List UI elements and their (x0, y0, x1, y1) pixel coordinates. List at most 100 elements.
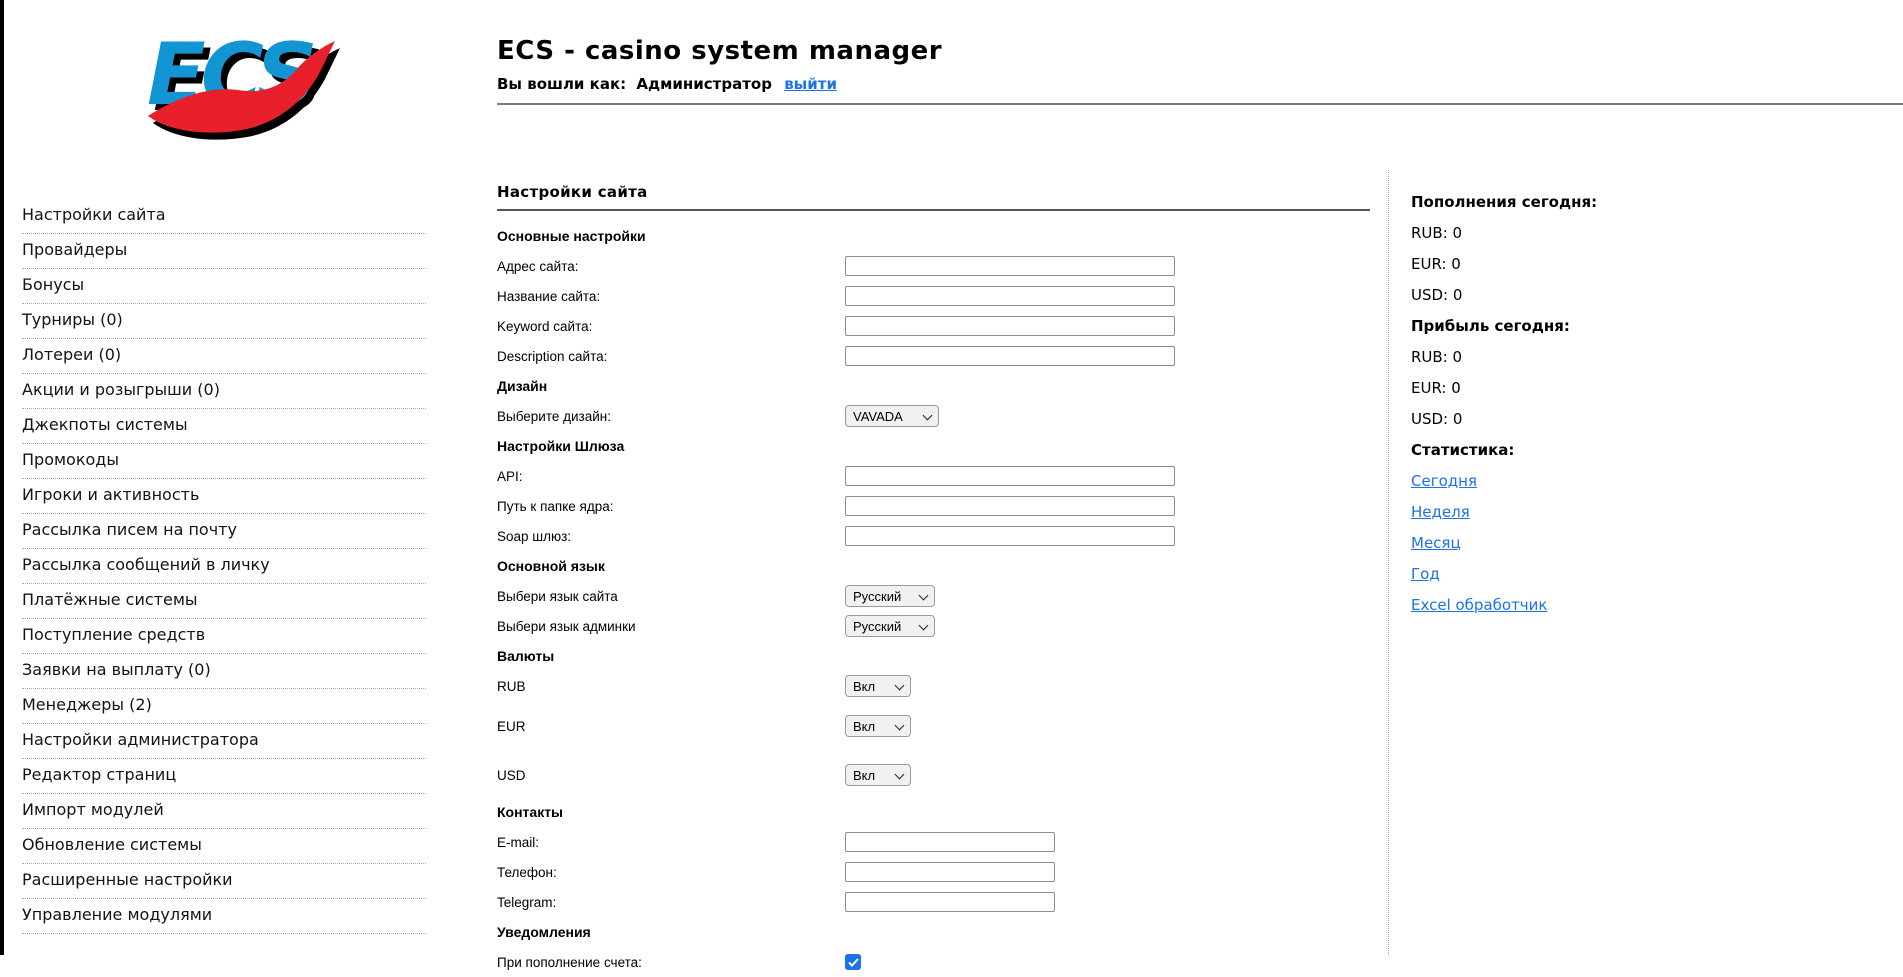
sidebar-item[interactable]: Рассылка писем на почту (22, 514, 426, 549)
header-divider (497, 103, 1903, 105)
currency-eur-select[interactable]: Вкл (845, 715, 911, 737)
sidebar-item[interactable]: Акции и розыгрыши (0) (22, 374, 426, 409)
site-name-input[interactable] (845, 286, 1175, 306)
sidebar-item[interactable]: Игроки и активность (22, 479, 426, 514)
field-label: EUR (497, 718, 526, 734)
ecs-logo: ECS ECS (136, 16, 341, 144)
currency-eur-select-wrap: Вкл (845, 715, 911, 737)
form-section-heading: Основной язык (497, 558, 605, 574)
form-row: Адрес сайта: (497, 251, 1370, 281)
stats-link-row: Месяц (1411, 527, 1851, 558)
design-select[interactable]: VAVADA (845, 405, 939, 427)
form-section-heading: Валюты (497, 648, 555, 664)
field-label: Выбери язык сайта (497, 588, 618, 604)
stats-value: USD: 0 (1411, 285, 1463, 304)
sidebar-item[interactable]: Заявки на выплату (0) (22, 654, 426, 689)
ecs-admin-page: { "header": { "logo_text": "ECS", "title… (0, 0, 1903, 970)
field-label: API: (497, 468, 523, 484)
site-language-select-wrap: Русский (845, 585, 935, 607)
sidebar-item[interactable]: Расширенные настройки (22, 864, 426, 899)
admin-language-select-wrap: Русский (845, 615, 935, 637)
stats-link-row: Excel обработчик (1411, 589, 1851, 620)
field-label: Soap шлюз: (497, 528, 572, 544)
stats-link-row: Неделя (1411, 496, 1851, 527)
field-label: Description сайта: (497, 348, 608, 364)
sidebar-item[interactable]: Джекпоты системы (22, 409, 426, 444)
phone-input[interactable] (845, 862, 1055, 882)
notify-on-deposit-checkbox[interactable] (845, 954, 861, 970)
telegram-input[interactable] (845, 892, 1055, 912)
stats-link[interactable]: Неделя (1411, 503, 1470, 521)
sidebar-item[interactable]: Промокоды (22, 444, 426, 479)
page-title: ECS - casino system manager (497, 36, 943, 66)
form-row: Keyword сайта: (497, 311, 1370, 341)
form-row: Путь к папке ядра: (497, 491, 1370, 521)
form-row: Telegram: (497, 887, 1370, 917)
form-row: EUR Вкл (497, 711, 1370, 741)
stats-value: USD: 0 (1411, 409, 1463, 428)
stats-heading: Пополнения сегодня: (1411, 192, 1598, 211)
stats-link-row: Год (1411, 558, 1851, 589)
sidebar-item[interactable]: Импорт модулей (22, 794, 426, 829)
stats-value: EUR: 0 (1411, 254, 1461, 273)
form-section-heading: Основные настройки (497, 228, 646, 244)
form-row: Название сайта: (497, 281, 1370, 311)
site-keyword-input[interactable] (845, 316, 1175, 336)
stats-link[interactable]: Excel обработчик (1411, 596, 1547, 614)
form-row: USD Вкл (497, 760, 1370, 790)
field-label: USD (497, 767, 526, 783)
currency-usd-select[interactable]: Вкл (845, 764, 911, 786)
check-icon (847, 957, 859, 967)
field-label: E-mail: (497, 834, 540, 850)
field-label: Выберите дизайн: (497, 408, 611, 424)
section-title: Настройки сайта (497, 183, 648, 201)
settings-form: Основные настройки Адрес сайта: Название с… (497, 221, 1370, 977)
field-label: При пополнение счета: (497, 954, 642, 970)
field-label: RUB (497, 678, 526, 694)
stats-value: EUR: 0 (1411, 378, 1461, 397)
site-address-input[interactable] (845, 256, 1175, 276)
stats-heading: Статистика: (1411, 440, 1515, 459)
sidebar-item[interactable]: Лотереи (0) (22, 339, 426, 374)
login-prefix: Вы вошли как: (497, 75, 627, 93)
page-left-border (0, 0, 4, 955)
soap-gateway-input[interactable] (845, 526, 1175, 546)
sidebar-item[interactable]: Бонусы (22, 269, 426, 304)
sidebar-item[interactable]: Поступление средств (22, 619, 426, 654)
site-description-input[interactable] (845, 346, 1175, 366)
sidebar-item[interactable]: Настройки сайта (22, 199, 426, 234)
login-status: Вы вошли как: Администратор выйти (497, 75, 942, 93)
form-row: RUB Вкл (497, 671, 1370, 701)
logout-link[interactable]: выйти (784, 75, 837, 93)
stats-link[interactable]: Месяц (1411, 534, 1461, 552)
sidebar-item[interactable]: Настройки администратора (22, 724, 426, 759)
stats-value: RUB: 0 (1411, 223, 1463, 242)
sidebar-item[interactable]: Менеджеры (2) (22, 689, 426, 724)
site-language-select[interactable]: Русский (845, 585, 935, 607)
form-row: При пополнение счета: (497, 947, 1370, 977)
stats-link-row: Сегодня (1411, 465, 1851, 496)
ecs-logo-image: ECS ECS (147, 25, 340, 140)
admin-language-select[interactable]: Русский (845, 615, 935, 637)
api-input[interactable] (845, 466, 1175, 486)
sidebar-item[interactable]: Рассылка сообщений в личку (22, 549, 426, 584)
sidebar-item[interactable]: Управление модулями (22, 899, 426, 934)
stats-link[interactable]: Год (1411, 565, 1440, 583)
stats-heading: Прибыль сегодня: (1411, 316, 1570, 335)
form-row: Телефон: (497, 857, 1370, 887)
stats-value: RUB: 0 (1411, 347, 1463, 366)
sidebar-item[interactable]: Редактор страниц (22, 759, 426, 794)
sidebar-item[interactable]: Обновление системы (22, 829, 426, 864)
email-input[interactable] (845, 832, 1055, 852)
core-folder-path-input[interactable] (845, 496, 1175, 516)
stats-link[interactable]: Сегодня (1411, 472, 1477, 490)
currency-usd-select-wrap: Вкл (845, 764, 911, 786)
sidebar-item[interactable]: Провайдеры (22, 234, 426, 269)
currency-rub-select[interactable]: Вкл (845, 675, 911, 697)
form-row: Выбери язык сайта Русский (497, 581, 1370, 611)
sidebar-item[interactable]: Платёжные системы (22, 584, 426, 619)
form-section-heading: Уведомления (497, 924, 591, 940)
field-label: Телефон: (497, 864, 557, 880)
header: ECS - casino system manager Вы вошли как… (497, 36, 942, 93)
sidebar-item[interactable]: Турниры (0) (22, 304, 426, 339)
